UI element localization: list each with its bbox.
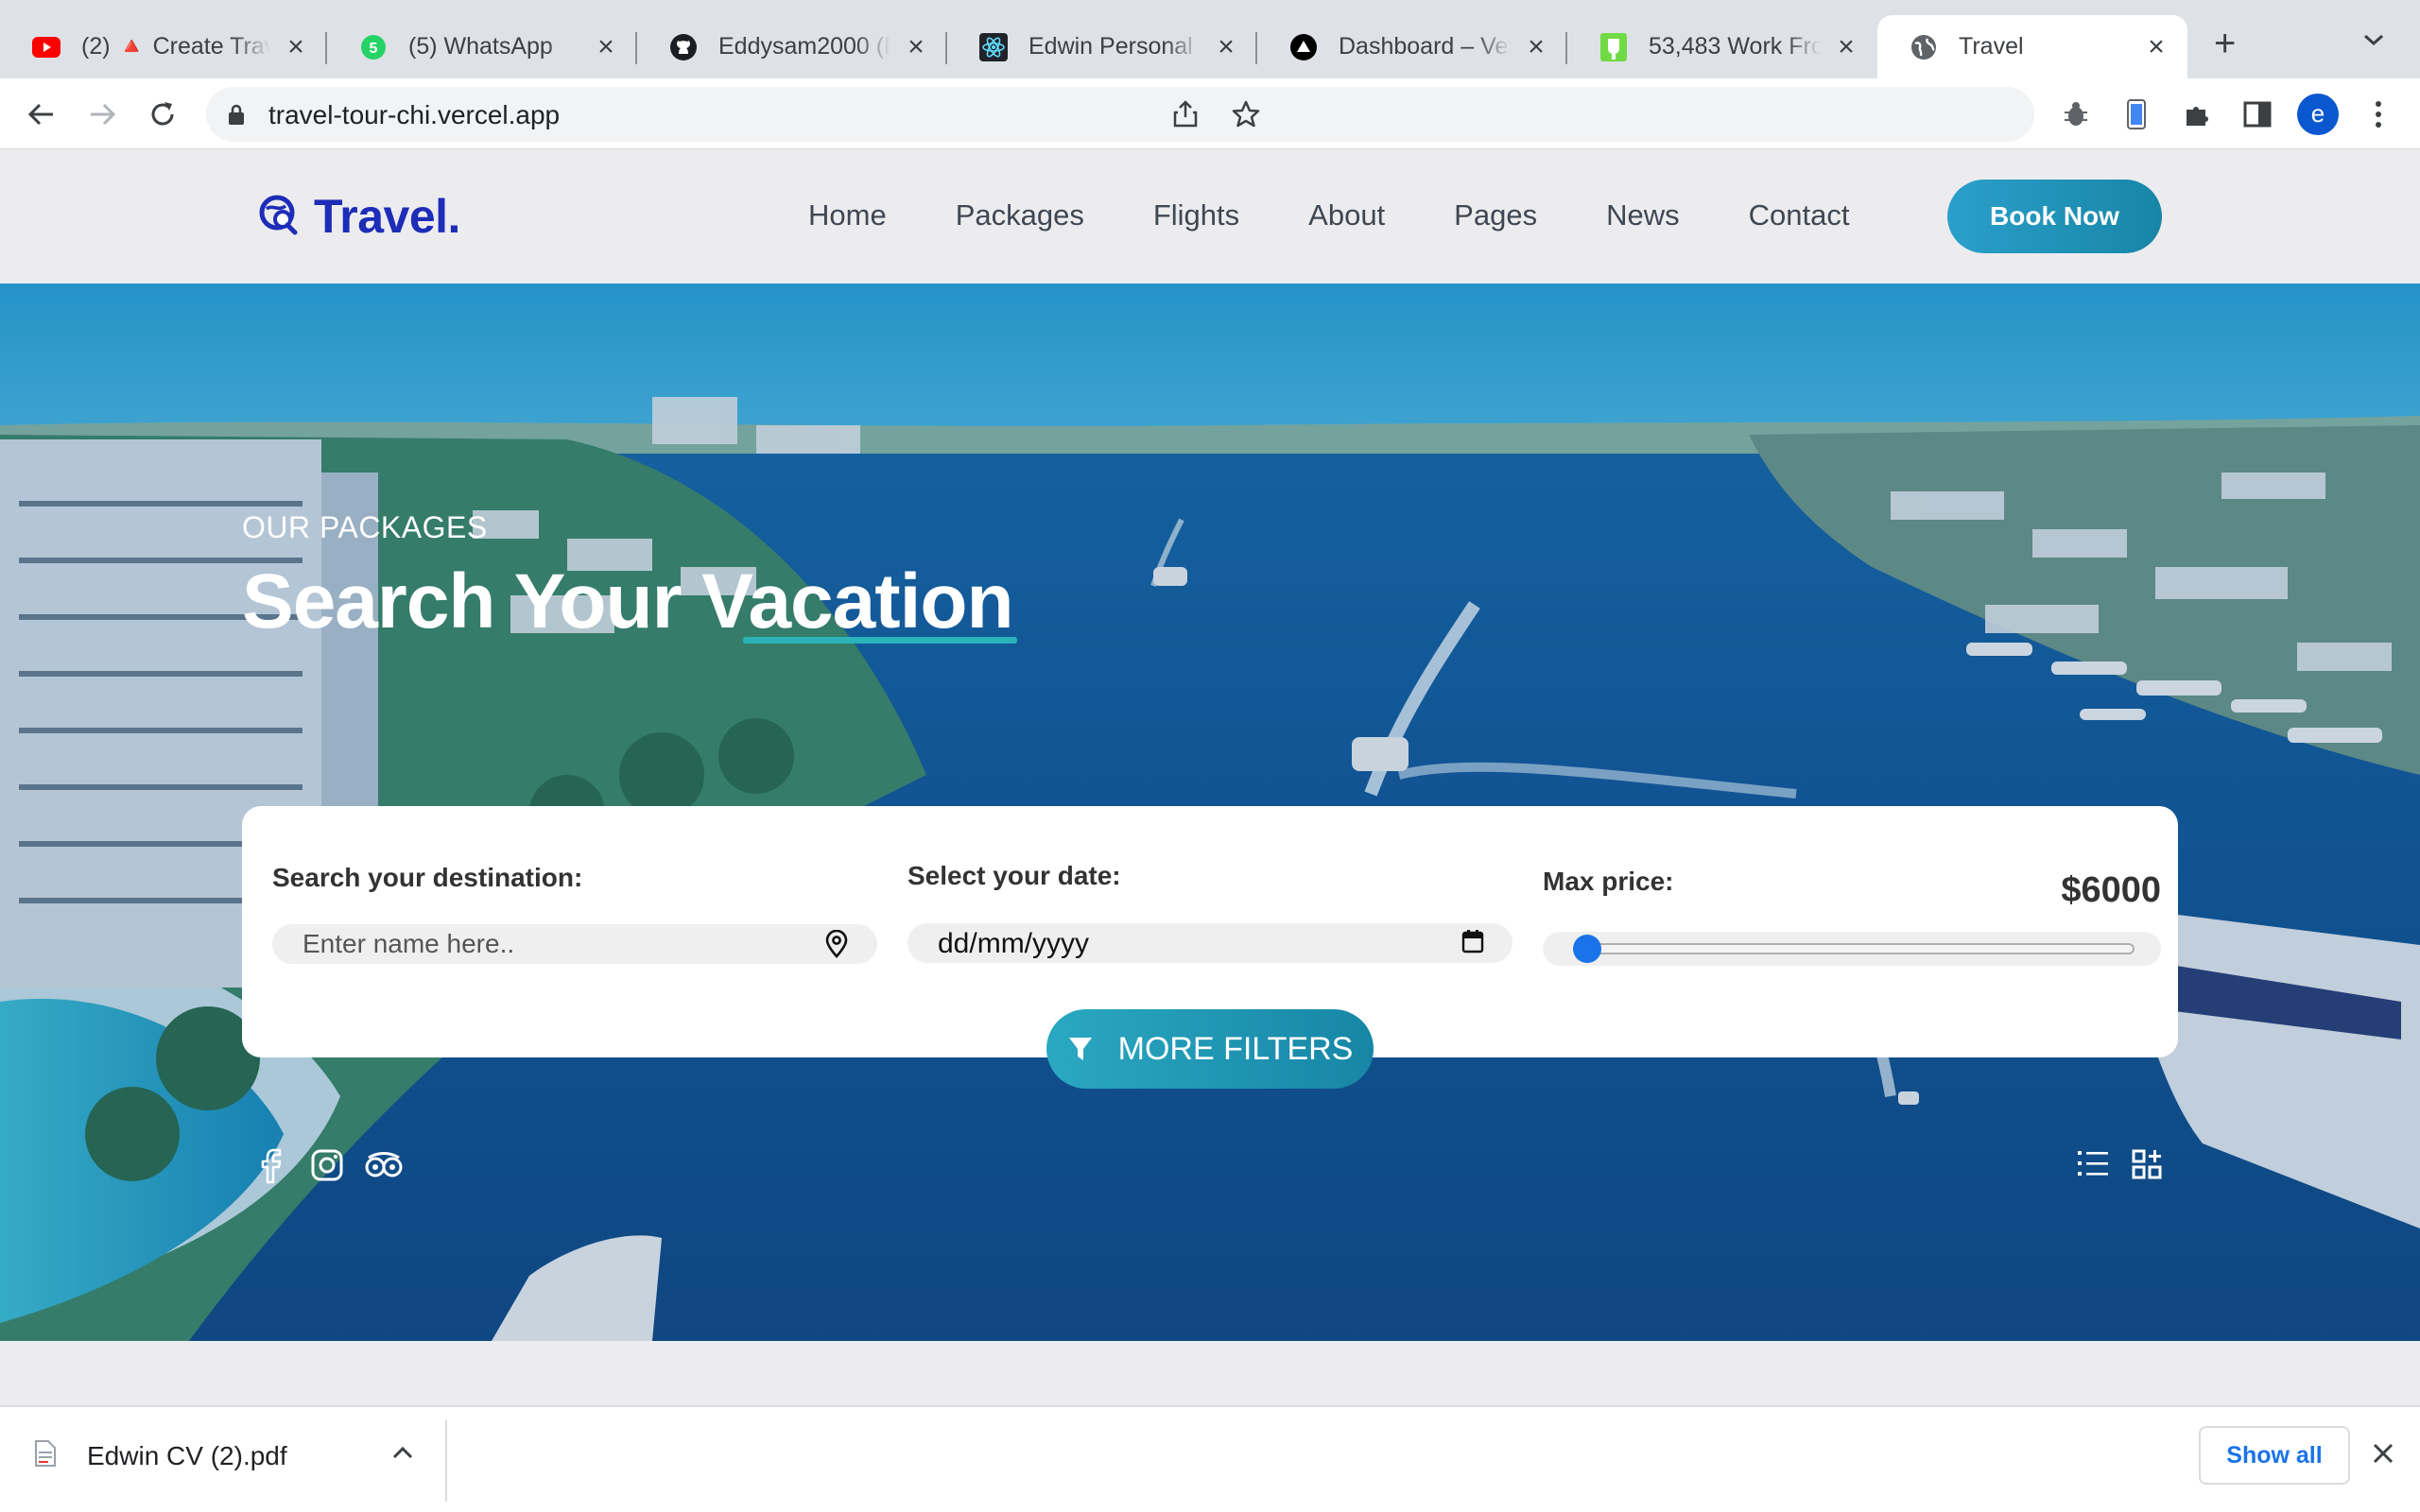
lock-icon[interactable] (227, 103, 246, 130)
facebook-icon[interactable] (257, 1148, 284, 1189)
side-panel-icon[interactable] (2240, 97, 2274, 131)
date-label: Select your date: (908, 861, 1121, 890)
logo-text: Travel. (314, 190, 460, 243)
pdf-file-icon (34, 1439, 57, 1472)
browser-tab[interactable]: Eddysam2000 (Ed × (637, 15, 947, 78)
nav-home[interactable]: Home (808, 198, 887, 232)
nav-news[interactable]: News (1606, 198, 1680, 232)
price-slider[interactable] (1543, 932, 2161, 966)
back-icon[interactable] (25, 97, 59, 131)
tab-title: Edwin Personal Po (1028, 33, 1201, 60)
download-item[interactable]: Edwin CV (2).pdf (34, 1439, 287, 1472)
download-bar: Edwin CV (2).pdf Show all (0, 1405, 2420, 1512)
react-icon (979, 32, 1008, 61)
share-icon[interactable] (1172, 100, 1199, 133)
headline-underline (743, 637, 1017, 644)
location-pin-icon (824, 929, 849, 963)
browser-tab[interactable]: (2) 🔺 Create Trav × (0, 15, 327, 78)
profile-avatar[interactable]: e (2297, 94, 2339, 135)
close-download-bar-icon[interactable] (2371, 1441, 2395, 1470)
more-filters-button[interactable]: MORE FILTERS (1046, 1009, 1374, 1089)
youtube-icon (32, 33, 60, 61)
download-file-name: Edwin CV (2).pdf (87, 1440, 287, 1470)
forward-icon[interactable] (85, 97, 119, 131)
tab-title: Eddysam2000 (Ed (718, 33, 890, 60)
show-all-button[interactable]: Show all (2199, 1426, 2350, 1485)
github-icon (669, 33, 698, 61)
browser-tab-strip: (2) 🔺 Create Trav × 5 (5) WhatsApp × Edd… (0, 0, 2420, 78)
destination-label: Search your destination: (272, 863, 583, 892)
tab-search-chevron-icon[interactable] (2361, 30, 2386, 54)
grid-add-icon[interactable] (2131, 1148, 2163, 1185)
browser-toolbar: travel-tour-chi.vercel.app (0, 78, 2420, 149)
tab-title: (2) 🔺 Create Trav (81, 33, 270, 60)
instagram-icon[interactable] (310, 1148, 344, 1187)
close-tab-icon[interactable]: × (1214, 32, 1238, 60)
nav-contact[interactable]: Contact (1749, 198, 1850, 232)
close-tab-icon[interactable]: × (594, 32, 618, 60)
hero-headline: Search Your Vacation (242, 558, 1014, 644)
site-logo[interactable]: Travel. (257, 189, 460, 244)
vercel-icon (1289, 33, 1318, 61)
svg-text:5: 5 (370, 41, 378, 57)
browser-tab[interactable]: Dashboard – Verc × (1257, 15, 1567, 78)
tab-title: 53,483 Work Fron (1649, 33, 1821, 60)
new-tab-icon[interactable]: + (2214, 25, 2236, 62)
extensions-puzzle-icon[interactable] (2180, 97, 2214, 131)
close-tab-icon[interactable]: × (2144, 32, 2169, 60)
filter-funnel-icon (1068, 1038, 1092, 1060)
nav-about[interactable]: About (1308, 198, 1385, 232)
main-nav: Home Packages Flights About Pages News C… (808, 198, 1918, 232)
browser-tab-active[interactable]: Travel × (1877, 15, 2187, 78)
nav-packages[interactable]: Packages (956, 198, 1084, 232)
site-header: Travel. Home Packages Flights About Page… (0, 149, 2420, 284)
chevron-up-icon[interactable] (389, 1443, 416, 1469)
nav-pages[interactable]: Pages (1454, 198, 1537, 232)
calendar-icon[interactable] (1461, 929, 1484, 958)
tripadvisor-icon[interactable] (363, 1148, 405, 1187)
device-extension-icon[interactable] (2119, 97, 2153, 131)
whatsapp-icon: 5 (359, 33, 388, 61)
menu-dots-icon[interactable] (2361, 97, 2395, 131)
date-input[interactable]: dd/mm/yyyy (908, 923, 1512, 963)
globe-search-logo-icon (257, 193, 301, 241)
hero-eyebrow: OUR PACKAGES (242, 510, 488, 544)
tab-title: (5) WhatsApp (408, 33, 553, 60)
close-tab-icon[interactable]: × (1834, 32, 1858, 60)
globe-icon (1910, 33, 1938, 61)
price-value: $6000 (2061, 870, 2161, 910)
browser-tab[interactable]: Edwin Personal Po × (947, 15, 1257, 78)
slider-thumb[interactable] (1573, 935, 1601, 963)
browser-tab[interactable]: 5 (5) WhatsApp × (327, 15, 637, 78)
list-view-icon[interactable] (2076, 1148, 2110, 1183)
bookmark-star-icon[interactable] (1231, 99, 1261, 134)
tab-title: Dashboard – Verc (1339, 33, 1511, 60)
date-field: Select your date: (908, 861, 1512, 891)
book-now-button[interactable]: Book Now (1947, 180, 2162, 253)
hero-section: OUR PACKAGES Search Your Vacation Search… (0, 284, 2420, 1341)
destination-input[interactable]: Enter name here.. (272, 924, 877, 964)
reload-icon[interactable] (146, 97, 180, 131)
date-placeholder: dd/mm/yyyy (938, 928, 1090, 959)
address-bar[interactable]: travel-tour-chi.vercel.app (206, 87, 2034, 142)
destination-field: Search your destination: (272, 863, 877, 893)
close-tab-icon[interactable]: × (904, 32, 928, 60)
upwork-icon (1599, 32, 1628, 61)
destination-placeholder: Enter name here.. (302, 929, 515, 958)
tab-title: Travel (1959, 33, 2024, 60)
close-tab-icon[interactable]: × (1524, 32, 1548, 60)
slider-track[interactable] (1586, 943, 2135, 954)
close-tab-icon[interactable]: × (284, 32, 308, 60)
bug-extension-icon[interactable] (2059, 97, 2093, 131)
page-bottom-band (0, 1341, 2420, 1405)
download-divider (445, 1420, 447, 1502)
more-filters-label: MORE FILTERS (1117, 1030, 1354, 1067)
nav-flights[interactable]: Flights (1153, 198, 1239, 232)
browser-tab[interactable]: 53,483 Work Fron × (1567, 15, 1877, 78)
url-text[interactable]: travel-tour-chi.vercel.app (268, 100, 560, 130)
